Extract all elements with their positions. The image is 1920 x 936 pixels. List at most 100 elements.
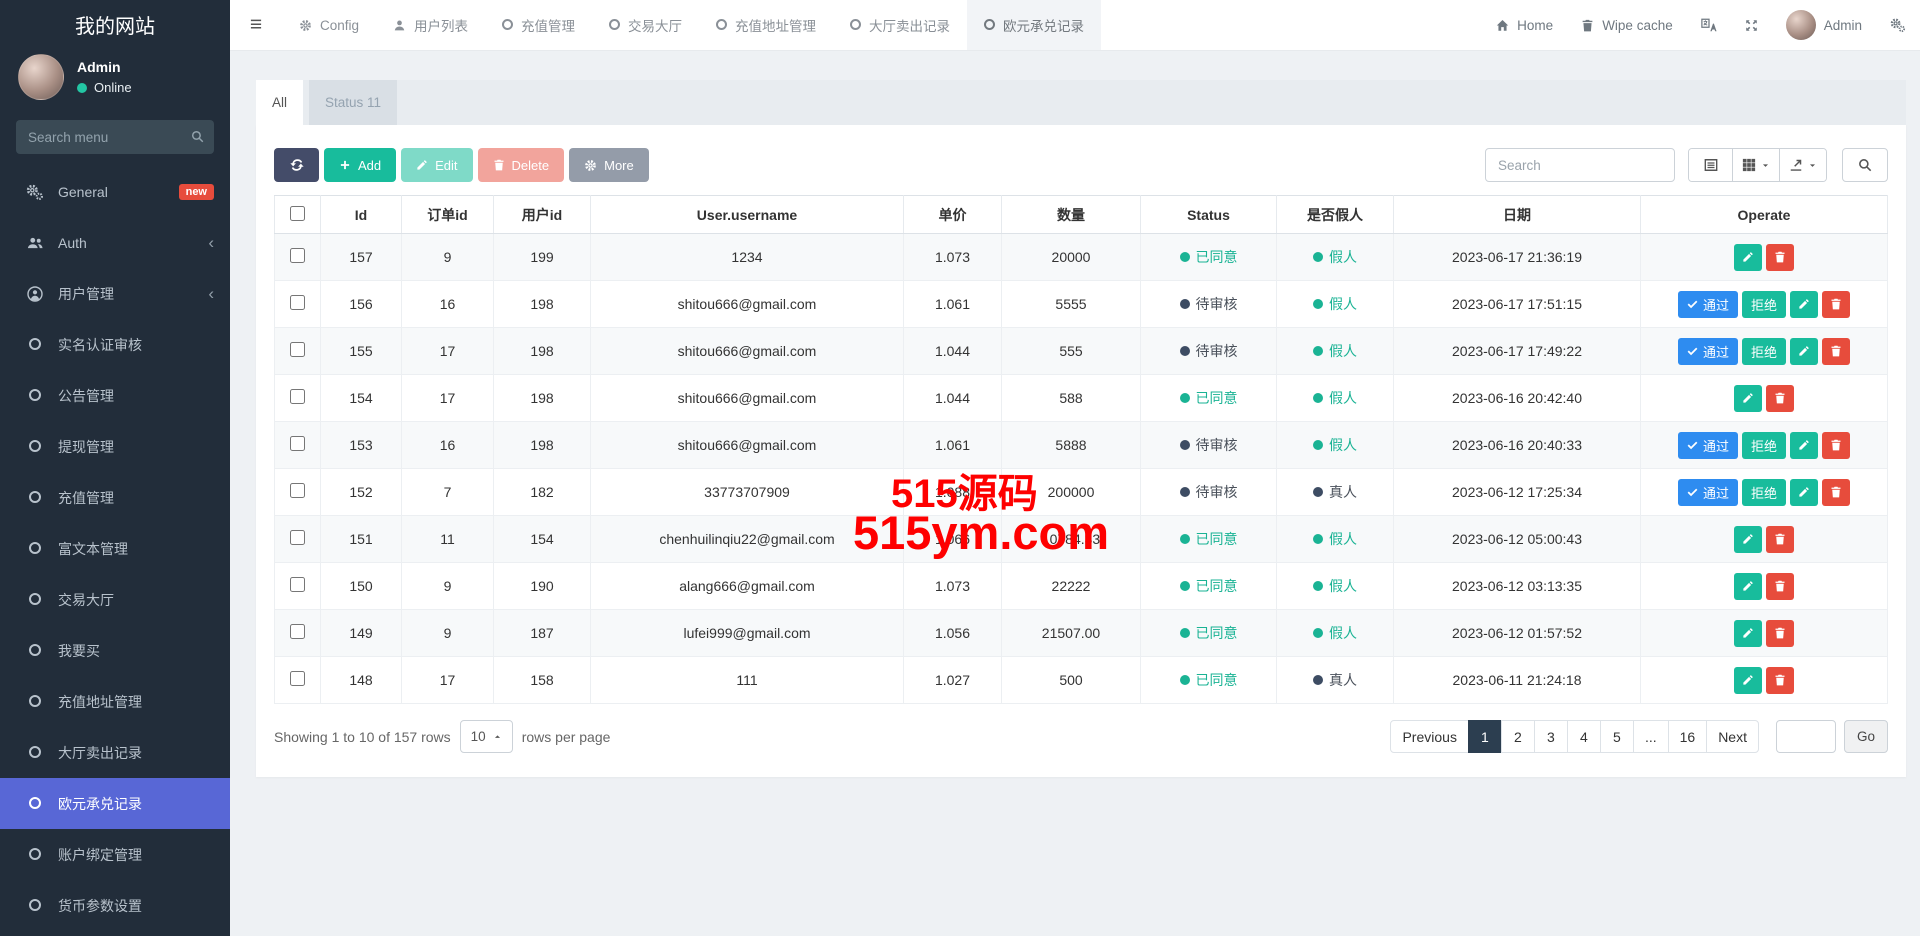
sidebar-item-realname-audit[interactable]: 实名认证审核 [0, 319, 230, 370]
sidebar-item-hall-sell-records[interactable]: 大厅卖出记录 [0, 727, 230, 778]
approve-button[interactable]: 通过 [1678, 291, 1738, 318]
tab-status-11[interactable]: Status 11 [309, 80, 397, 125]
cell-date: 2023-06-17 17:51:15 [1394, 281, 1641, 328]
row-checkbox[interactable] [290, 295, 305, 310]
row-checkbox[interactable] [290, 483, 305, 498]
row-checkbox[interactable] [290, 342, 305, 357]
delete-row-button[interactable] [1766, 526, 1794, 553]
tab-hall-sell-records[interactable]: 大厅卖出记录 [833, 0, 967, 50]
row-checkbox[interactable] [290, 671, 305, 686]
edit-row-button[interactable] [1790, 479, 1818, 506]
delete-row-button[interactable] [1766, 667, 1794, 694]
sidebar-item-euro-exchange-records[interactable]: 欧元承兑记录 [0, 778, 230, 829]
table-search-input[interactable] [1485, 148, 1675, 182]
sidebar-item-currency-params[interactable]: 货币参数设置 [0, 880, 230, 931]
sidebar-item-label: 账户绑定管理 [58, 845, 142, 865]
edit-row-button[interactable] [1790, 338, 1818, 365]
page-5[interactable]: 5 [1600, 720, 1634, 753]
delete-row-button[interactable] [1822, 479, 1850, 506]
row-checkbox[interactable] [290, 577, 305, 592]
row-checkbox[interactable] [290, 248, 305, 263]
page-next[interactable]: Next [1706, 720, 1759, 753]
cell-amount: 500 [1002, 657, 1141, 704]
menu-search-input[interactable] [16, 120, 214, 154]
edit-row-button[interactable] [1734, 620, 1762, 647]
tab-config[interactable]: Config [282, 0, 376, 50]
sidebar-item-recharge-management[interactable]: 充值管理 [0, 472, 230, 523]
delete-row-button[interactable] [1766, 573, 1794, 600]
delete-row-button[interactable] [1766, 244, 1794, 271]
row-checkbox[interactable] [290, 624, 305, 639]
page-2[interactable]: 2 [1501, 720, 1535, 753]
refresh-button[interactable] [274, 148, 319, 182]
edit-row-button[interactable] [1790, 432, 1818, 459]
edit-row-button[interactable] [1734, 667, 1762, 694]
sidebar-item-general[interactable]: Generalnew [0, 166, 230, 217]
row-checkbox[interactable] [290, 530, 305, 545]
card-view-button[interactable] [1689, 149, 1733, 181]
delete-button[interactable]: Delete [478, 148, 565, 182]
columns-button[interactable] [1733, 149, 1780, 181]
approve-button[interactable]: 通过 [1678, 479, 1738, 506]
sidebar-item-recharge-address[interactable]: 充值地址管理 [0, 676, 230, 727]
page-16[interactable]: 16 [1668, 720, 1708, 753]
reject-button[interactable]: 拒绝 [1742, 432, 1786, 459]
sidebar-item-withdraw-management[interactable]: 提现管理 [0, 421, 230, 472]
sidebar-item-announcement-management[interactable]: 公告管理 [0, 370, 230, 421]
edit-button[interactable]: Edit [401, 148, 472, 182]
reject-button[interactable]: 拒绝 [1742, 479, 1786, 506]
tab-euro-exchange-records[interactable]: 欧元承兑记录 [967, 0, 1101, 50]
edit-row-button[interactable] [1790, 291, 1818, 318]
page-4[interactable]: 4 [1567, 720, 1601, 753]
sidebar-item-auth[interactable]: Auth‹ [0, 217, 230, 268]
add-button[interactable]: Add [324, 148, 396, 182]
approve-button[interactable]: 通过 [1678, 338, 1738, 365]
go-button[interactable]: Go [1844, 720, 1888, 753]
delete-row-button[interactable] [1822, 432, 1850, 459]
cell-price: 1.044 [904, 375, 1002, 422]
delete-row-button[interactable] [1766, 620, 1794, 647]
search-toggle-button[interactable] [1842, 148, 1888, 182]
export-button[interactable] [1780, 149, 1826, 181]
sidebar-item-want-buy[interactable]: 我要买 [0, 625, 230, 676]
delete-row-button[interactable] [1822, 338, 1850, 365]
page-...[interactable]: ... [1633, 720, 1669, 753]
settings-button[interactable] [1876, 0, 1920, 50]
tab-recharge-address[interactable]: 充值地址管理 [699, 0, 833, 50]
row-checkbox[interactable] [290, 436, 305, 451]
select-all-checkbox[interactable] [290, 206, 305, 221]
tab-recharge-management[interactable]: 充值管理 [485, 0, 592, 50]
row-checkbox[interactable] [290, 389, 305, 404]
edit-row-button[interactable] [1734, 526, 1762, 553]
page-1[interactable]: 1 [1468, 720, 1502, 753]
sidebar-item-user-management[interactable]: 用户管理‹ [0, 268, 230, 319]
delete-row-button[interactable] [1822, 291, 1850, 318]
edit-row-button[interactable] [1734, 385, 1762, 412]
more-button[interactable]: More [569, 148, 649, 182]
tab-user-list[interactable]: 用户列表 [376, 0, 485, 50]
sidebar-item-richtext-management[interactable]: 富文本管理 [0, 523, 230, 574]
tab-trade-hall[interactable]: 交易大厅 [592, 0, 699, 50]
sidebar-item-label: 大厅卖出记录 [58, 743, 142, 763]
tab-all[interactable]: All [256, 80, 303, 125]
sidebar-item-trade-hall[interactable]: 交易大厅 [0, 574, 230, 625]
translate-button[interactable] [1687, 0, 1731, 50]
reject-button[interactable]: 拒绝 [1742, 291, 1786, 318]
approve-button[interactable]: 通过 [1678, 432, 1738, 459]
page-size-dropdown[interactable]: 10 [460, 720, 513, 753]
fullscreen-button[interactable] [1731, 0, 1772, 50]
admin-menu[interactable]: Admin [1772, 0, 1876, 50]
table-row: 1527182337737079091.088200000待审核真人2023-0… [275, 469, 1888, 516]
delete-row-button[interactable] [1766, 385, 1794, 412]
avatar[interactable] [18, 54, 64, 100]
home-button[interactable]: Home [1482, 0, 1567, 50]
edit-row-button[interactable] [1734, 244, 1762, 271]
sidebar-item-account-binding[interactable]: 账户绑定管理 [0, 829, 230, 880]
wipe-cache-button[interactable]: Wipe cache [1567, 0, 1687, 50]
edit-row-button[interactable] [1734, 573, 1762, 600]
page-3[interactable]: 3 [1534, 720, 1568, 753]
page-previous[interactable]: Previous [1390, 720, 1468, 753]
sidebar-toggle-icon[interactable]: ≡ [230, 0, 282, 50]
reject-button[interactable]: 拒绝 [1742, 338, 1786, 365]
goto-page-input[interactable] [1776, 720, 1836, 753]
